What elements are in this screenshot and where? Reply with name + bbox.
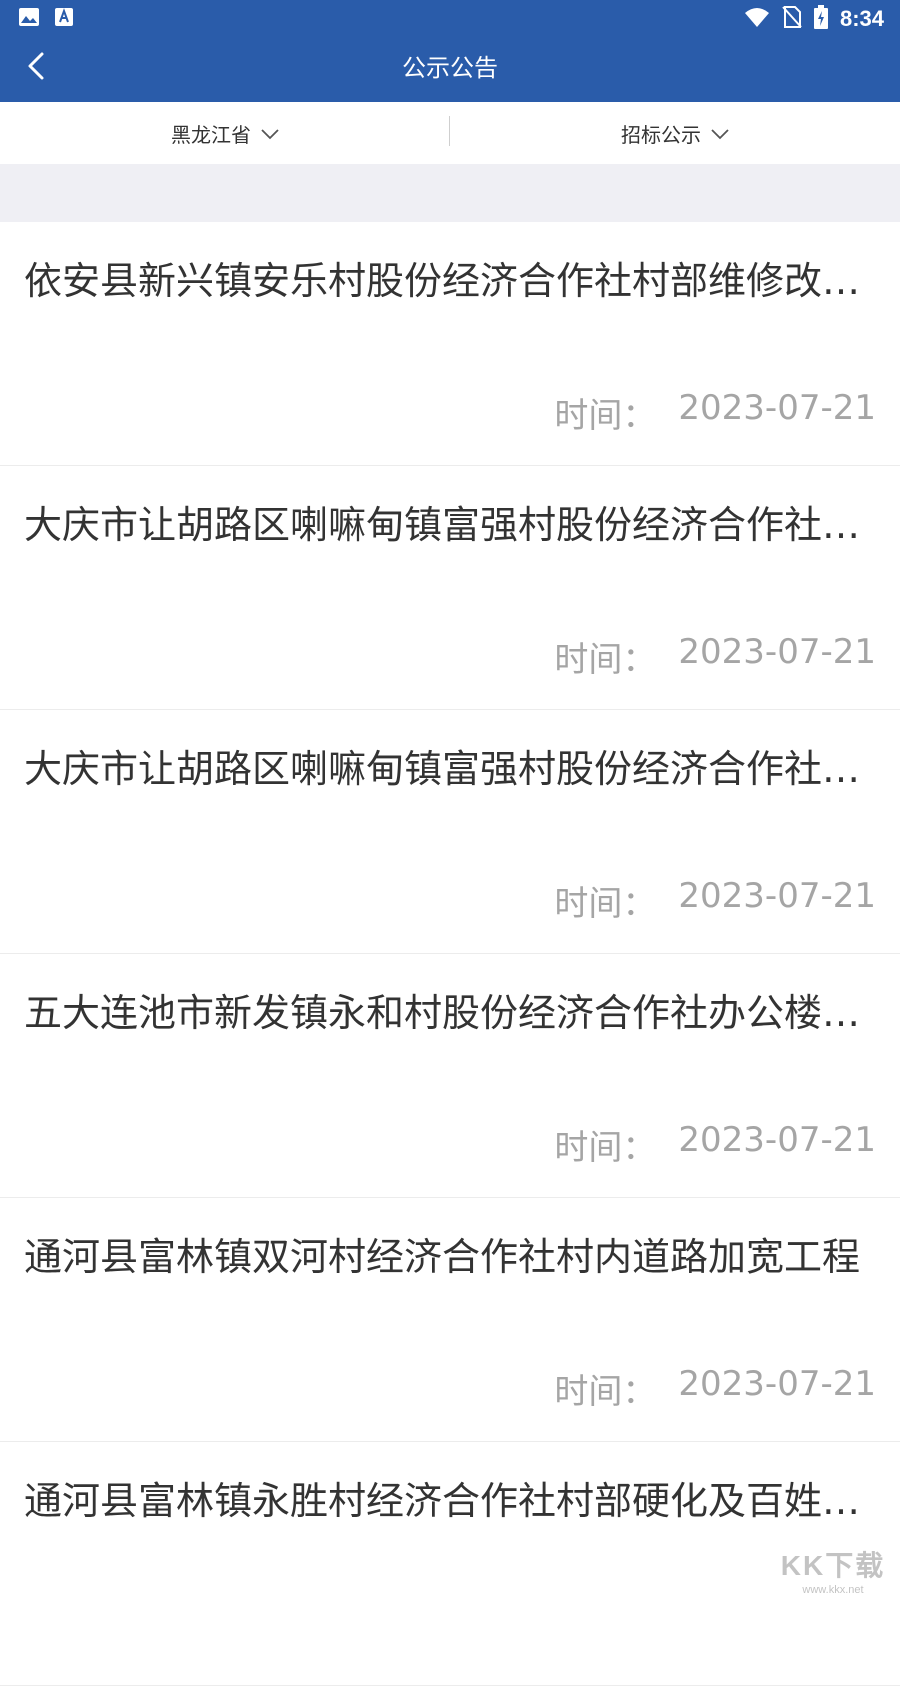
time-value: 2023-07-21 — [678, 1364, 876, 1404]
time-label: 时间： — [554, 1372, 657, 1412]
app-bar: 公示公告 — [0, 34, 900, 102]
category-filter[interactable]: 招标公示 — [450, 102, 900, 164]
time-value: 2023-07-21 — [678, 388, 876, 428]
time-value: 2023-07-21 — [678, 1120, 876, 1160]
time-value: 2023-07-21 — [678, 876, 876, 916]
image-icon — [18, 7, 40, 31]
status-time: 8:34 — [839, 6, 884, 31]
page-title: 公示公告 — [402, 54, 498, 82]
filter-divider — [449, 116, 450, 146]
list-item-time: 时间： 2023-07-21 — [554, 876, 876, 925]
battery-charging-icon — [813, 5, 828, 33]
list-item-time: 时间： 2023-07-21 — [554, 388, 876, 437]
time-label: 时间： — [554, 396, 657, 436]
chevron-down-icon — [711, 121, 729, 145]
status-bar: 8:34 — [0, 0, 900, 34]
list-item-time: 时间： 2023-07-21 — [554, 1120, 876, 1169]
section-spacer — [0, 164, 900, 222]
no-sim-icon — [782, 6, 802, 32]
list-item[interactable]: 通河县富林镇永胜村经济合作社村部硬化及百姓工程 — [0, 1442, 900, 1686]
list-item-title: 五大连池市新发镇永和村股份经济合作社办公楼项目 — [24, 991, 876, 1035]
province-filter[interactable]: 黑龙江省 — [0, 102, 450, 164]
list-item[interactable]: 依安县新兴镇安乐村股份经济合作社村部维修改造工程 时间： 2023-07-21 — [0, 222, 900, 466]
list-item-title: 通河县富林镇永胜村经济合作社村部硬化及百姓工程 — [24, 1479, 876, 1523]
list-item[interactable]: 五大连池市新发镇永和村股份经济合作社办公楼项目 时间： 2023-07-21 — [0, 954, 900, 1198]
list-item-title: 依安县新兴镇安乐村股份经济合作社村部维修改造工程 — [24, 259, 876, 303]
announcement-list: 依安县新兴镇安乐村股份经济合作社村部维修改造工程 时间： 2023-07-21 … — [0, 222, 900, 1686]
list-item[interactable]: 大庆市让胡路区喇嘛甸镇富强村股份经济合作社工程 时间： 2023-07-21 — [0, 710, 900, 954]
watermark-text: KK下载 — [780, 1550, 886, 1581]
list-item[interactable]: 通河县富林镇双河村经济合作社村内道路加宽工程 时间： 2023-07-21 — [0, 1198, 900, 1442]
watermark-logo: KK下载 www.kkx.net — [772, 1544, 894, 1596]
filter-bar: 黑龙江省 招标公示 — [0, 102, 900, 164]
time-label: 时间： — [554, 884, 657, 924]
text-a-icon — [54, 7, 74, 31]
chevron-down-icon — [261, 121, 279, 145]
list-item[interactable]: 大庆市让胡路区喇嘛甸镇富强村股份经济合作社项目 时间： 2023-07-21 — [0, 466, 900, 710]
time-value: 2023-07-21 — [678, 632, 876, 672]
time-label: 时间： — [554, 640, 657, 680]
category-filter-label: 招标公示 — [621, 122, 701, 147]
list-item-time: 时间： 2023-07-21 — [554, 632, 876, 681]
time-label: 时间： — [554, 1128, 657, 1168]
watermark-url: www.kkx.net — [802, 1584, 864, 1596]
list-item-title: 大庆市让胡路区喇嘛甸镇富强村股份经济合作社工程 — [24, 747, 876, 791]
wifi-icon — [744, 6, 770, 32]
list-item-time: 时间： 2023-07-21 — [554, 1364, 876, 1413]
province-filter-label: 黑龙江省 — [171, 122, 251, 147]
list-item-title: 通河县富林镇双河村经济合作社村内道路加宽工程 — [24, 1235, 861, 1279]
list-item-title: 大庆市让胡路区喇嘛甸镇富强村股份经济合作社项目 — [24, 503, 876, 547]
